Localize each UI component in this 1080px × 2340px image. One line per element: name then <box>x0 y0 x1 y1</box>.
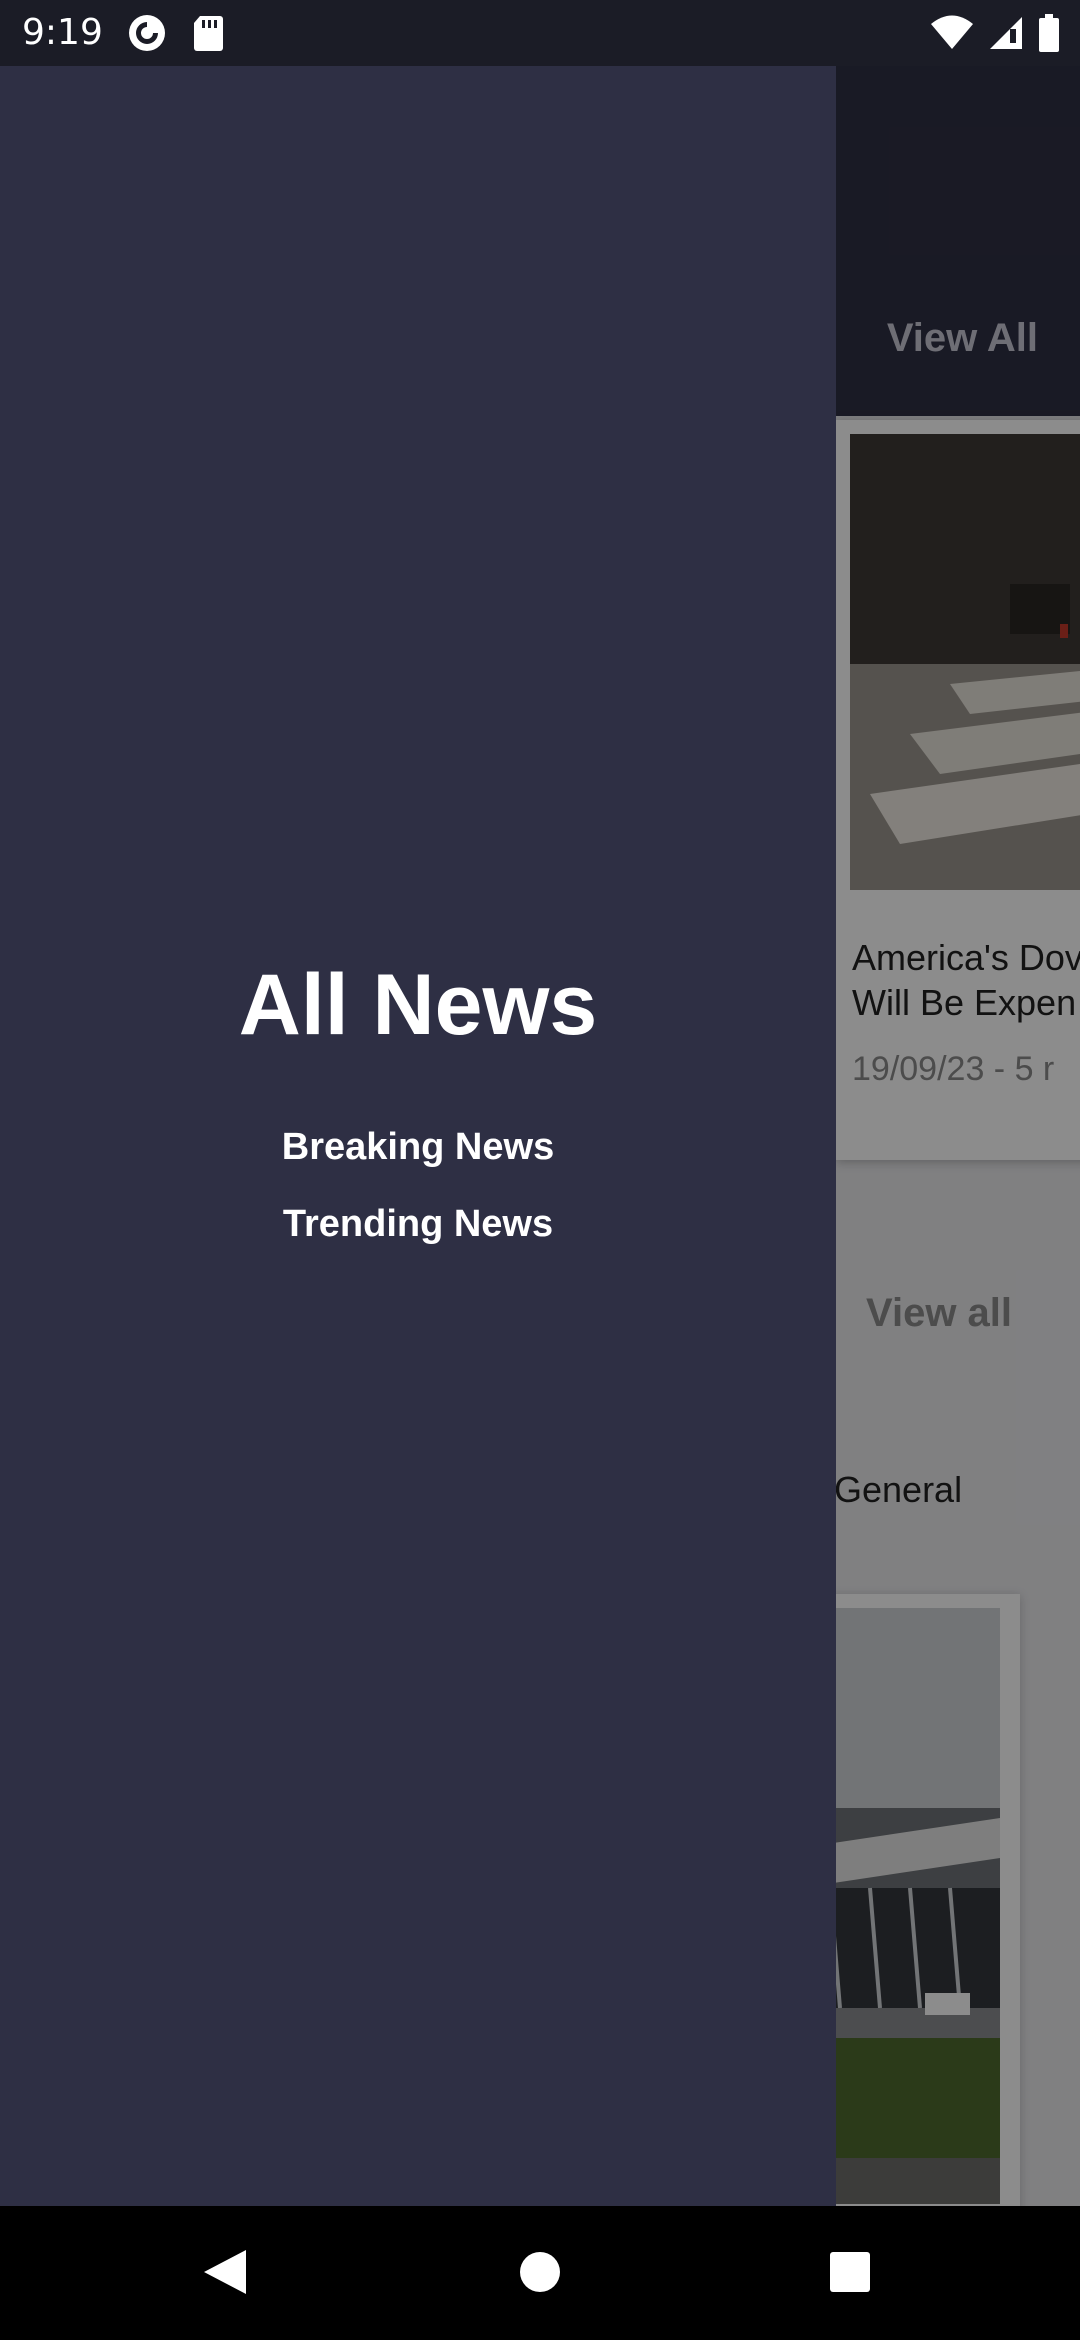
home-button[interactable] <box>510 2242 570 2302</box>
home-icon <box>520 2252 560 2292</box>
navigation-drawer: All News Breaking News Trending News <box>0 66 836 2206</box>
system-nav-bar <box>0 2206 1080 2340</box>
recents-icon <box>830 2252 870 2292</box>
drawer-title: All News <box>238 957 598 1053</box>
drawer-item-trending-news[interactable]: Trending News <box>0 1203 836 1246</box>
recents-button[interactable] <box>820 2242 880 2302</box>
status-time: 9:19 <box>22 12 103 53</box>
status-bar: 9:19 <box>0 0 1080 66</box>
battery-icon <box>1038 14 1060 57</box>
wifi-icon <box>930 15 974 56</box>
sd-card-icon <box>192 14 224 57</box>
drawer-item-breaking-news[interactable]: Breaking News <box>0 1126 836 1169</box>
back-icon <box>204 2250 246 2294</box>
status-icons-right <box>930 14 1060 57</box>
back-button[interactable] <box>196 2242 256 2302</box>
signal-icon <box>988 15 1024 56</box>
pocket-casts-icon <box>128 14 166 57</box>
